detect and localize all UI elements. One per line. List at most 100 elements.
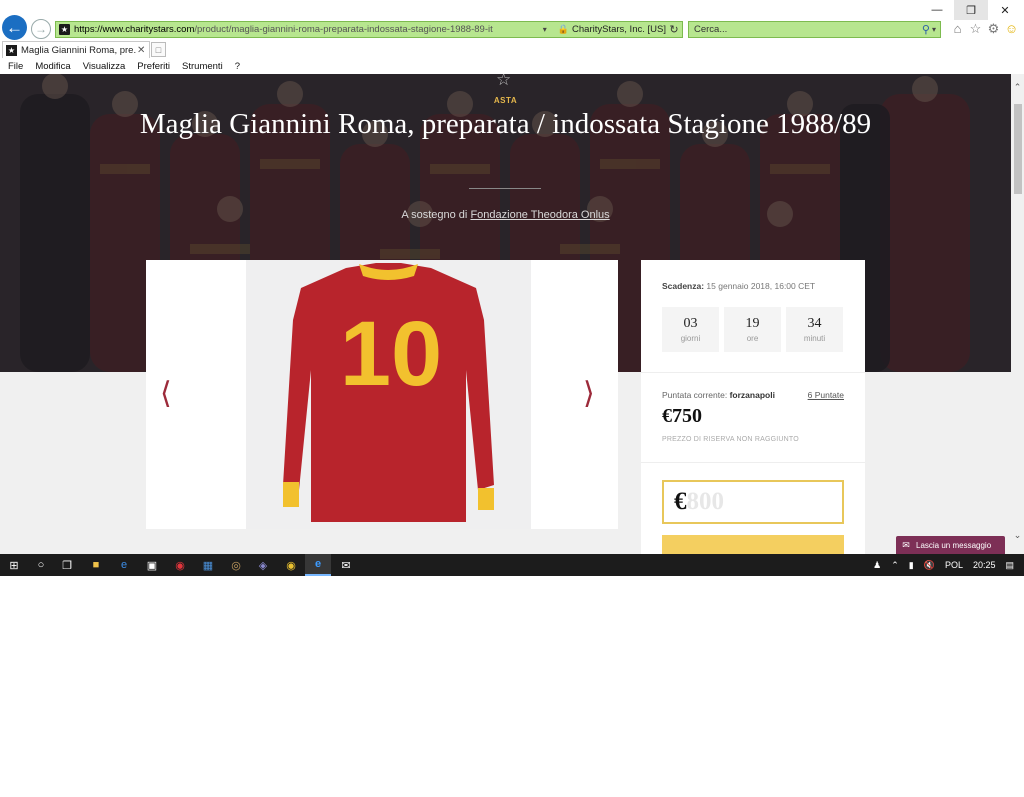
product-gallery: 10 ⟨ ⟩: [146, 260, 618, 529]
notifications-icon[interactable]: ▤: [1005, 560, 1014, 571]
volume-muted-icon[interactable]: 🔇: [924, 560, 935, 571]
lock-icon[interactable]: 🔒: [558, 24, 569, 35]
countdown-minutes: 34 minuti: [786, 307, 843, 352]
leave-message-label: Lascia un messaggio: [916, 540, 992, 550]
minimize-button[interactable]: —: [920, 0, 954, 20]
smiley-icon[interactable]: ☺: [1004, 21, 1019, 36]
countdown-days-label: giorni: [680, 334, 701, 343]
clock[interactable]: 20:25: [973, 560, 996, 570]
jersey-number: 10: [340, 303, 442, 405]
current-price: €750: [662, 405, 702, 427]
menu-strumenti[interactable]: Strumenti: [182, 61, 223, 72]
countdown-hours-value: 19: [745, 316, 760, 331]
product-image[interactable]: 10: [246, 260, 531, 529]
task-view-icon[interactable]: ❐: [60, 558, 74, 572]
taskbar: ⊞ ○ ❐ ■ e ▣ ◉ ▦ ◎ ◈ ◉ e ✉ ♟ ⌃ ▮ 🔇 POL 20…: [0, 554, 1024, 576]
star-icon: ☆: [496, 74, 512, 89]
back-button[interactable]: ←: [2, 15, 27, 40]
page-viewport: ☆ ASTA Maglia Giannini Roma, preparata /…: [0, 74, 1011, 554]
scroll-down-chevron-icon[interactable]: ⌄: [1011, 530, 1024, 542]
menu-help[interactable]: ?: [235, 61, 240, 72]
url-dropdown-icon[interactable]: ▾: [538, 25, 552, 34]
url-text: https://www.charitystars.com/product/mag…: [74, 24, 538, 35]
vertical-scrollbar[interactable]: ⌃ ⌄: [1011, 74, 1024, 554]
people-icon[interactable]: ♟: [873, 560, 881, 571]
favorites-star-icon[interactable]: ☆: [968, 21, 983, 36]
site-identity[interactable]: CharityStars, Inc. [US]: [572, 24, 666, 35]
menu-modifica[interactable]: Modifica: [35, 61, 70, 72]
scroll-thumb[interactable]: [1014, 104, 1022, 194]
countdown-minutes-label: minuti: [803, 334, 826, 343]
edge-icon[interactable]: e: [117, 558, 131, 572]
address-field[interactable]: ★ https://www.charitystars.com/product/m…: [55, 21, 683, 38]
tab-close-icon[interactable]: ✕: [137, 45, 147, 56]
menu-visualizza[interactable]: Visualizza: [83, 61, 126, 72]
cortana-icon[interactable]: ○: [34, 558, 48, 572]
tab-row: ★ Maglia Giannini Roma, pre... ✕ □: [0, 40, 1024, 58]
url-path: /product/maglia-giannini-roma-preparata-…: [194, 24, 493, 35]
language-indicator[interactable]: POL: [945, 560, 963, 570]
arrow-left-icon: ←: [6, 17, 23, 37]
current-bid-label: Puntata corrente:: [662, 390, 728, 400]
bid-currency: €: [674, 488, 687, 515]
minimize-icon: —: [931, 4, 943, 16]
new-tab-button[interactable]: □: [151, 42, 166, 57]
bids-count-link[interactable]: 6 Puntate: [808, 390, 844, 400]
restore-icon: ❐: [966, 4, 976, 17]
internet-explorer-icon[interactable]: e: [305, 554, 331, 576]
countdown-days-value: 03: [683, 316, 698, 331]
gallery-next-chevron-icon[interactable]: ⟩: [583, 379, 595, 409]
system-tray: ♟ ⌃ ▮ 🔇 POL 20:25 ▤: [873, 554, 1024, 576]
leave-message-button[interactable]: ✉ Lascia un messaggio: [896, 536, 1005, 554]
title-divider: [469, 188, 541, 189]
page-title: Maglia Giannini Roma, preparata / indoss…: [139, 108, 872, 140]
bid-placeholder: 800: [686, 488, 725, 515]
charity-link[interactable]: Fondazione Theodora Onlus: [470, 209, 609, 221]
app-camera-icon[interactable]: ◎: [229, 558, 243, 572]
app-red-icon[interactable]: ◉: [173, 558, 187, 572]
support-prefix: A sostegno di: [401, 209, 468, 221]
windows-start-icon[interactable]: ⊞: [7, 558, 21, 572]
app-paint-icon[interactable]: ◈: [256, 558, 270, 572]
countdown-hours: 19 ore: [724, 307, 781, 352]
search-input[interactable]: Cerca... ⚲ ▾: [688, 21, 941, 38]
scroll-up-chevron-icon[interactable]: ⌃: [1011, 82, 1024, 94]
refresh-icon[interactable]: ↻: [666, 23, 682, 36]
gallery-prev-chevron-icon[interactable]: ⟨: [160, 379, 172, 409]
menu-preferiti[interactable]: Preferiti: [137, 61, 170, 72]
close-window-button[interactable]: ✕: [988, 0, 1022, 20]
new-tab-icon: □: [155, 44, 162, 55]
battery-icon[interactable]: ▮: [909, 560, 914, 571]
arrow-right-icon: →: [35, 22, 47, 36]
place-bid-button[interactable]: [662, 535, 844, 554]
mail-icon[interactable]: ✉: [339, 558, 353, 572]
search-dropdown-icon[interactable]: ▾: [932, 25, 936, 34]
gear-icon[interactable]: ⚙: [986, 21, 1001, 36]
search-icon[interactable]: ⚲: [922, 23, 930, 36]
store-icon[interactable]: ▣: [145, 558, 159, 572]
site-favicon-icon: ★: [6, 44, 17, 56]
app-blue-icon[interactable]: ▦: [201, 558, 215, 572]
divider: [641, 462, 865, 463]
chrome-icon[interactable]: ◉: [284, 558, 298, 572]
forward-button[interactable]: →: [31, 19, 51, 39]
deadline-label: Scadenza:: [662, 281, 705, 291]
tab-title: Maglia Giannini Roma, pre...: [21, 44, 137, 56]
auction-badge: ASTA: [493, 96, 518, 105]
tray-chevron-up-icon[interactable]: ⌃: [891, 560, 899, 571]
bid-amount-input[interactable]: € 800: [662, 480, 844, 524]
support-line: A sostegno di Fondazione Theodora Onlus: [0, 209, 1011, 221]
menu-file[interactable]: File: [8, 61, 23, 72]
screen: ← → ★ https://www.charitystars.com/produ…: [0, 0, 1024, 797]
restore-button[interactable]: ❐: [954, 0, 988, 20]
divider: [641, 372, 865, 373]
jersey-image: 10: [246, 260, 531, 529]
deadline-value: 15 gennaio 2018, 16:00 CET: [706, 281, 816, 291]
address-bar-row: ← → ★ https://www.charitystars.com/produ…: [0, 0, 1024, 40]
home-icon[interactable]: ⌂: [950, 21, 965, 36]
envelope-icon: ✉: [902, 539, 910, 550]
tab-active[interactable]: ★ Maglia Giannini Roma, pre... ✕: [2, 41, 150, 58]
file-explorer-icon[interactable]: ■: [89, 558, 103, 572]
deadline: Scadenza: 15 gennaio 2018, 16:00 CET: [662, 281, 815, 291]
url-domain: https://www.charitystars.com: [74, 24, 195, 35]
